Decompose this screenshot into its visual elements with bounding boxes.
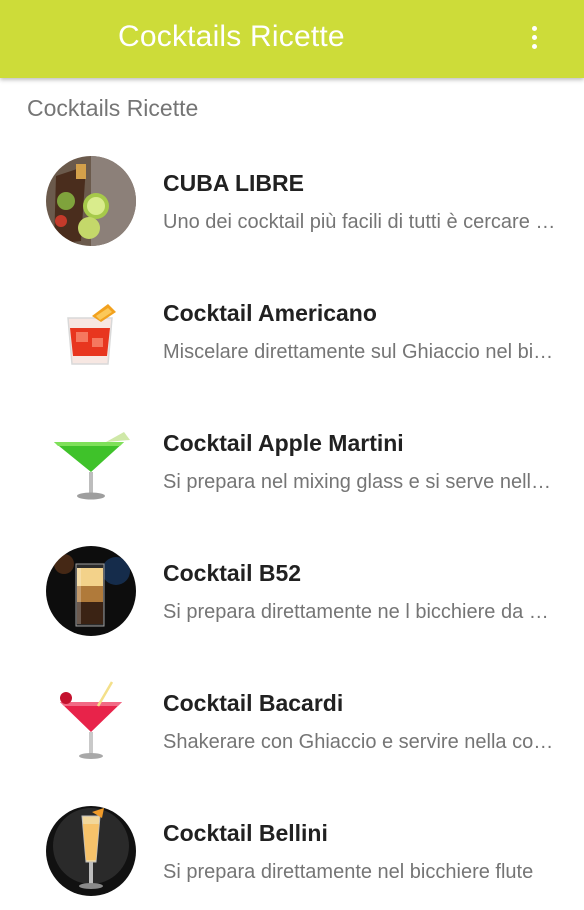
cuba-libre-image	[46, 156, 136, 246]
item-title: Cocktail Bacardi	[163, 690, 344, 716]
item-title: Cocktail Apple Martini	[163, 430, 404, 456]
b52-image	[46, 546, 136, 636]
list-item[interactable]: Cocktail Apple Martini Si prepara nel mi…	[0, 390, 584, 520]
item-description: Si prepara nel mixing glass e si serve n…	[163, 471, 558, 493]
app-title: Cocktails Ricette	[118, 20, 345, 53]
item-title: Cocktail Bellini	[163, 820, 328, 846]
list-item[interactable]: CUBA LIBRE Uno dei cocktail più facili d…	[0, 130, 584, 260]
item-description: Si prepara direttamente nel bicchiere fl…	[163, 861, 534, 883]
item-description: Si prepara direttamente ne l bicchiere d…	[163, 601, 558, 623]
apple-martini-image	[46, 416, 136, 506]
overflow-menu-icon[interactable]	[526, 26, 542, 54]
americano-image	[46, 286, 136, 376]
section-header: Cocktails Ricette	[27, 95, 199, 121]
item-description: Uno dei cocktail più facili di tutti è c…	[163, 211, 558, 233]
item-title: Cocktail Americano	[163, 300, 377, 326]
item-description: Miscelare direttamente sul Ghiaccio nel …	[163, 341, 558, 363]
list-item[interactable]: Cocktail Bellini Si prepara direttamente…	[0, 780, 584, 910]
cocktail-list: CUBA LIBRE Uno dei cocktail più facili d…	[0, 130, 584, 910]
item-description: Shakerare con Ghiaccio e servire nella c…	[163, 731, 558, 753]
list-item[interactable]: Cocktail Bacardi Shakerare con Ghiaccio …	[0, 650, 584, 780]
app-bar: Cocktails Ricette	[0, 0, 584, 78]
bacardi-image	[46, 676, 136, 766]
bellini-image	[46, 806, 136, 896]
list-item[interactable]: Cocktail B52 Si prepara direttamente ne …	[0, 520, 584, 650]
item-title: Cocktail B52	[163, 560, 302, 586]
list-item[interactable]: Cocktail Americano Miscelare direttament…	[0, 260, 584, 390]
item-title: CUBA LIBRE	[163, 170, 304, 196]
